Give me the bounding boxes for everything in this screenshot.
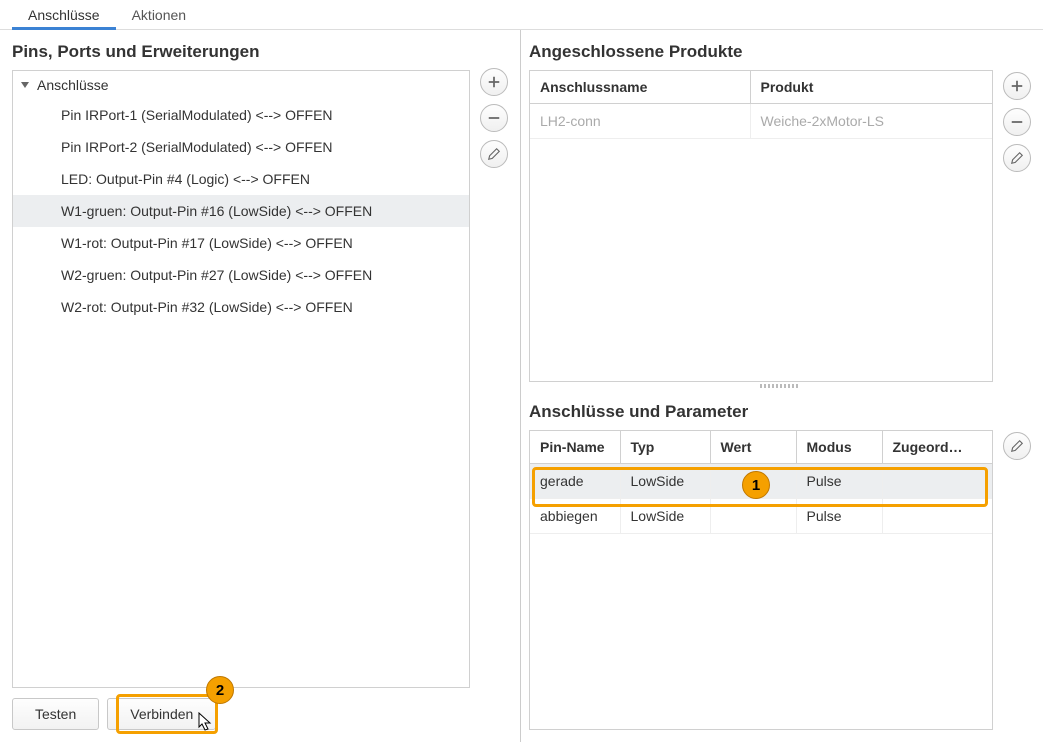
edit-param-button[interactable] (1003, 432, 1031, 460)
params-col-value[interactable]: Wert (710, 431, 796, 464)
params-section: Anschlüsse und Parameter Pin-Name Typ We… (529, 402, 1031, 730)
params-table-wrap: Pin-Name Typ Wert Modus Zugeord… geradeL… (529, 430, 993, 730)
cell-value (710, 464, 796, 499)
cell-mode: Pulse (796, 499, 882, 534)
products-toolbar (1003, 72, 1031, 172)
vertical-splitter[interactable] (529, 384, 1031, 390)
pencil-icon (1010, 439, 1024, 453)
add-pin-button[interactable] (480, 68, 508, 96)
caret-down-icon (21, 82, 29, 88)
tree-root-label: Anschlüsse (37, 77, 109, 93)
tree-item[interactable]: W2-rot: Output-Pin #32 (LowSide) <--> OF… (13, 291, 469, 323)
tree-item[interactable]: LED: Output-Pin #4 (Logic) <--> OFFEN (13, 163, 469, 195)
table-row[interactable]: LH2-connWeiche-2xMotor-LS (530, 104, 992, 139)
cell-pin: gerade (530, 464, 620, 499)
tree-item[interactable]: W2-gruen: Output-Pin #27 (LowSide) <--> … (13, 259, 469, 291)
minus-icon (487, 111, 501, 125)
edit-pin-button[interactable] (480, 140, 508, 168)
cell-assigned (882, 499, 992, 534)
left-panel: Pins, Ports und Erweiterungen Anschlüsse… (0, 30, 520, 742)
tree-root-connections[interactable]: Anschlüsse (13, 71, 469, 99)
remove-pin-button[interactable] (480, 104, 508, 132)
params-toolbar (1003, 432, 1031, 460)
params-table[interactable]: Pin-Name Typ Wert Modus Zugeord… geradeL… (530, 431, 992, 534)
minus-icon (1010, 115, 1024, 129)
remove-product-button[interactable] (1003, 108, 1031, 136)
params-col-mode[interactable]: Modus (796, 431, 882, 464)
pins-button-row: Testen Verbinden 2 (12, 698, 508, 730)
params-title: Anschlüsse und Parameter (529, 402, 1031, 422)
pencil-icon (1010, 151, 1024, 165)
tab-connections[interactable]: Anschlüsse (12, 1, 116, 29)
connect-button[interactable]: Verbinden (107, 698, 216, 730)
products-col-product[interactable]: Produkt (750, 71, 992, 104)
edit-product-button[interactable] (1003, 144, 1031, 172)
cell-product: Weiche-2xMotor-LS (750, 104, 992, 139)
connected-products-title: Angeschlossene Produkte (529, 42, 1031, 62)
tab-actions[interactable]: Aktionen (116, 1, 202, 29)
test-button[interactable]: Testen (12, 698, 99, 730)
tree-item[interactable]: W1-gruen: Output-Pin #16 (LowSide) <--> … (13, 195, 469, 227)
cell-value (710, 499, 796, 534)
cell-name: LH2-conn (530, 104, 750, 139)
products-col-name[interactable]: Anschlussname (530, 71, 750, 104)
table-row[interactable]: abbiegenLowSide Pulse (530, 499, 992, 534)
cell-type: LowSide (620, 499, 710, 534)
params-col-type[interactable]: Typ (620, 431, 710, 464)
plus-icon (1010, 79, 1024, 93)
connected-products-section: Angeschlossene Produkte Anschlussname Pr… (529, 42, 1031, 382)
params-col-pin[interactable]: Pin-Name (530, 431, 620, 464)
pins-toolbar (480, 68, 508, 168)
pencil-icon (487, 147, 501, 161)
cell-pin: abbiegen (530, 499, 620, 534)
cell-mode: Pulse (796, 464, 882, 499)
products-table-wrap: Anschlussname Produkt LH2-connWeiche-2xM… (529, 70, 993, 382)
tree-item[interactable]: Pin IRPort-2 (SerialModulated) <--> OFFE… (13, 131, 469, 163)
tree-item[interactable]: W1-rot: Output-Pin #17 (LowSide) <--> OF… (13, 227, 469, 259)
cell-assigned (882, 464, 992, 499)
cell-type: LowSide (620, 464, 710, 499)
add-product-button[interactable] (1003, 72, 1031, 100)
pins-tree[interactable]: Anschlüsse Pin IRPort-1 (SerialModulated… (12, 70, 470, 688)
products-table[interactable]: Anschlussname Produkt LH2-connWeiche-2xM… (530, 71, 992, 139)
params-col-assigned[interactable]: Zugeord… (882, 431, 992, 464)
plus-icon (487, 75, 501, 89)
pins-title: Pins, Ports und Erweiterungen (12, 42, 508, 62)
tab-bar: Anschlüsse Aktionen (0, 0, 1043, 30)
right-panel: Angeschlossene Produkte Anschlussname Pr… (520, 30, 1043, 742)
table-row[interactable]: geradeLowSide Pulse (530, 464, 992, 499)
tree-item[interactable]: Pin IRPort-1 (SerialModulated) <--> OFFE… (13, 99, 469, 131)
